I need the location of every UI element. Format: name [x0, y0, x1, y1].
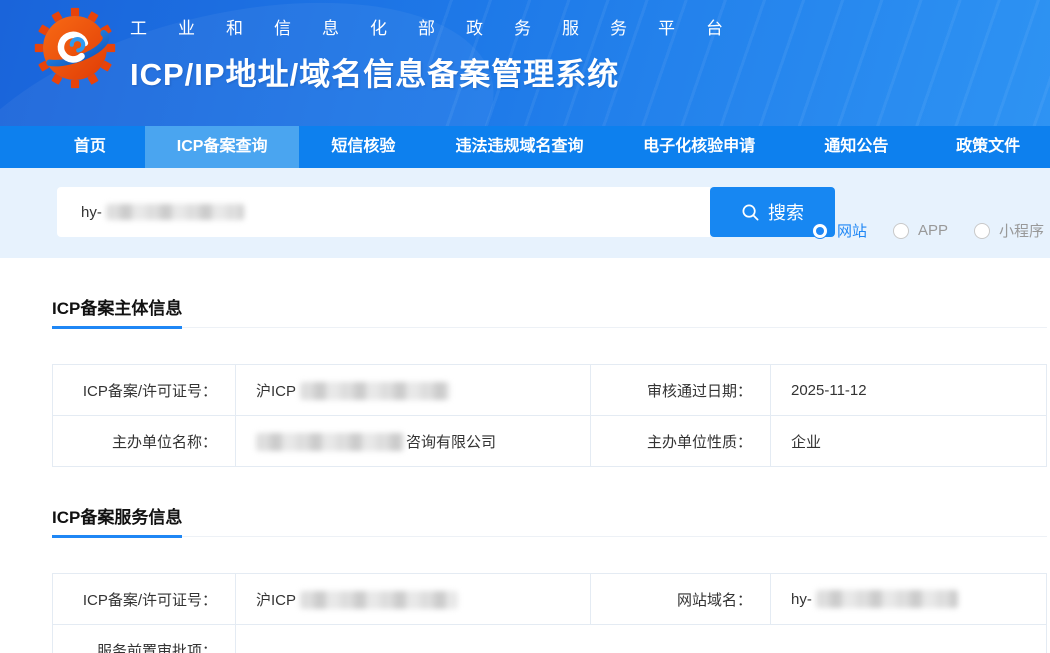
search-button-label: 搜索	[768, 199, 804, 225]
radio-miniprogram-circle-icon	[974, 223, 990, 239]
nav-item-announcements[interactable]: 通知公告	[787, 126, 927, 168]
service-info-table: ICP备案/许可证号： 沪ICP 网站域名： hy- 服务前置审批项：	[52, 573, 1047, 653]
nav-item-e-verification[interactable]: 电子化核验申请	[612, 126, 787, 168]
value-website-domain: hy-	[771, 574, 1047, 625]
domain-prefix: hy-	[791, 591, 812, 608]
icp-license-prefix: 沪ICP	[256, 383, 296, 400]
label-service-icp-license: ICP备案/许可证号：	[53, 574, 236, 625]
radio-app[interactable]: APP	[893, 222, 948, 239]
radio-website[interactable]: 网站	[812, 220, 867, 241]
value-organizer-nature: 企业	[771, 416, 1047, 467]
label-pre-approval: 服务前置审批项：	[53, 625, 236, 653]
radio-miniprogram-label: 小程序	[999, 220, 1044, 241]
table-row: ICP备案/许可证号： 沪ICP 网站域名： hy-	[53, 574, 1047, 625]
service-section-header: ICP备案服务信息	[52, 467, 1047, 537]
icp-filing-page: 工业和信息化部政务服务平台 ICP/IP地址/域名信息备案管理系统 首页 ICP…	[0, 0, 1050, 653]
search-strip: hy- 搜索 网站 APP 小程序	[0, 168, 1050, 258]
search-input[interactable]: hy-	[57, 187, 710, 237]
nav-item-icp-query[interactable]: ICP备案查询	[145, 126, 300, 168]
service-section-title: ICP备案服务信息	[52, 503, 182, 536]
subject-section-header: ICP备案主体信息	[52, 258, 1047, 328]
miit-gear-logo-icon	[34, 7, 116, 89]
label-icp-license: ICP备案/许可证号：	[53, 365, 236, 416]
radio-app-label: APP	[918, 222, 948, 239]
organizer-name-suffix: 咨询有限公司	[406, 434, 496, 451]
radio-website-circle-icon	[812, 223, 828, 239]
table-row: ICP备案/许可证号： 沪ICP 审核通过日期： 2025-11-12	[53, 365, 1047, 416]
table-row: 主办单位名称： 咨询有限公司 主办单位性质： 企业	[53, 416, 1047, 467]
radio-miniprogram[interactable]: 小程序	[974, 220, 1044, 241]
platform-title: 工业和信息化部政务服务平台	[130, 14, 754, 39]
redacted-text	[300, 591, 458, 609]
nav-item-policy-documents[interactable]: 政策文件	[926, 126, 1050, 168]
label-organizer-nature: 主办单位性质：	[591, 416, 771, 467]
nav-item-sms-verify[interactable]: 短信核验	[299, 126, 427, 168]
table-row: 服务前置审批项：	[53, 625, 1047, 653]
label-website-domain: 网站域名：	[591, 574, 771, 625]
value-icp-license: 沪ICP	[236, 365, 591, 416]
service-icp-license-prefix: 沪ICP	[256, 592, 296, 609]
value-approval-date: 2025-11-12	[771, 365, 1047, 416]
redacted-text	[300, 382, 450, 400]
search-icon	[741, 203, 760, 222]
subject-info-table: ICP备案/许可证号： 沪ICP 审核通过日期： 2025-11-12 主办单位…	[52, 364, 1047, 467]
redacted-query	[106, 204, 244, 220]
results-content: ICP备案主体信息 ICP备案/许可证号： 沪ICP 审核通过日期： 2025-…	[0, 258, 1050, 653]
header-banner: 工业和信息化部政务服务平台 ICP/IP地址/域名信息备案管理系统	[0, 0, 1050, 126]
nav-item-illegal-domain-query[interactable]: 违法违规域名查询	[427, 126, 612, 168]
value-service-icp-license: 沪ICP	[236, 574, 591, 625]
label-organizer-name: 主办单位名称：	[53, 416, 236, 467]
system-title: ICP/IP地址/域名信息备案管理系统	[130, 49, 754, 94]
value-organizer-name: 咨询有限公司	[236, 416, 591, 467]
radio-website-label: 网站	[837, 220, 867, 241]
value-pre-approval	[236, 625, 1047, 653]
subject-section-title: ICP备案主体信息	[52, 294, 182, 327]
nav-item-home[interactable]: 首页	[35, 126, 145, 168]
search-type-radio-group: 网站 APP 小程序	[812, 220, 1044, 241]
redacted-text	[256, 433, 404, 451]
label-approval-date: 审核通过日期：	[591, 365, 771, 416]
radio-app-circle-icon	[893, 223, 909, 239]
main-nav: 首页 ICP备案查询 短信核验 违法违规域名查询 电子化核验申请 通知公告 政策…	[0, 126, 1050, 168]
redacted-text	[816, 590, 958, 608]
search-query-text: hy-	[81, 204, 102, 221]
